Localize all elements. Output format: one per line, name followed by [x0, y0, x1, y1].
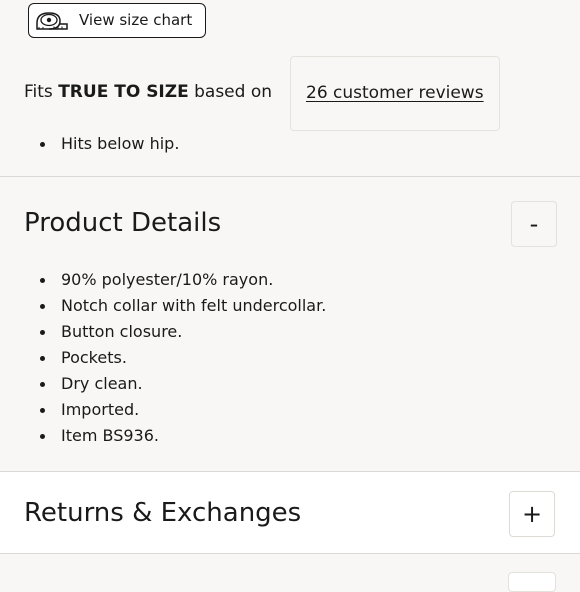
fit-notes-list: Hits below hip. — [40, 134, 179, 154]
list-item: Dry clean. — [40, 371, 326, 397]
fit-summary: Fits TRUE TO SIZE based on — [24, 82, 272, 102]
expand-returns-exchanges-button[interactable]: + — [509, 491, 555, 537]
view-size-chart-button[interactable]: View size chart — [28, 3, 206, 38]
returns-exchanges-title: Returns & Exchanges — [24, 498, 302, 528]
list-item: Imported. — [40, 397, 326, 423]
list-item: Notch collar with felt undercollar. — [40, 293, 326, 319]
list-item: Hits below hip. — [40, 134, 179, 154]
customer-reviews-link[interactable]: 26 customer reviews — [306, 83, 484, 103]
fit-middle: based on — [194, 82, 273, 102]
list-item: Pockets. — [40, 345, 326, 371]
next-section-toggle-button[interactable] — [508, 572, 556, 592]
fit-prefix: Fits — [24, 82, 53, 102]
list-item: 90% polyester/10% rayon. — [40, 267, 326, 293]
returns-exchanges-section[interactable]: Returns & Exchanges + — [0, 472, 580, 554]
next-section-strip — [0, 554, 580, 580]
product-details-title: Product Details — [24, 208, 222, 238]
customer-reviews-box: 26 customer reviews — [290, 56, 500, 131]
view-size-chart-label: View size chart — [79, 11, 193, 29]
list-item: Button closure. — [40, 319, 326, 345]
measuring-tape-icon — [36, 12, 68, 30]
divider — [0, 176, 580, 177]
list-item: Item BS936. — [40, 423, 326, 449]
collapse-product-details-button[interactable]: - — [511, 201, 557, 247]
product-details-list: 90% polyester/10% rayon. Notch collar wi… — [40, 267, 326, 449]
fit-emphasis: TRUE TO SIZE — [58, 82, 189, 102]
